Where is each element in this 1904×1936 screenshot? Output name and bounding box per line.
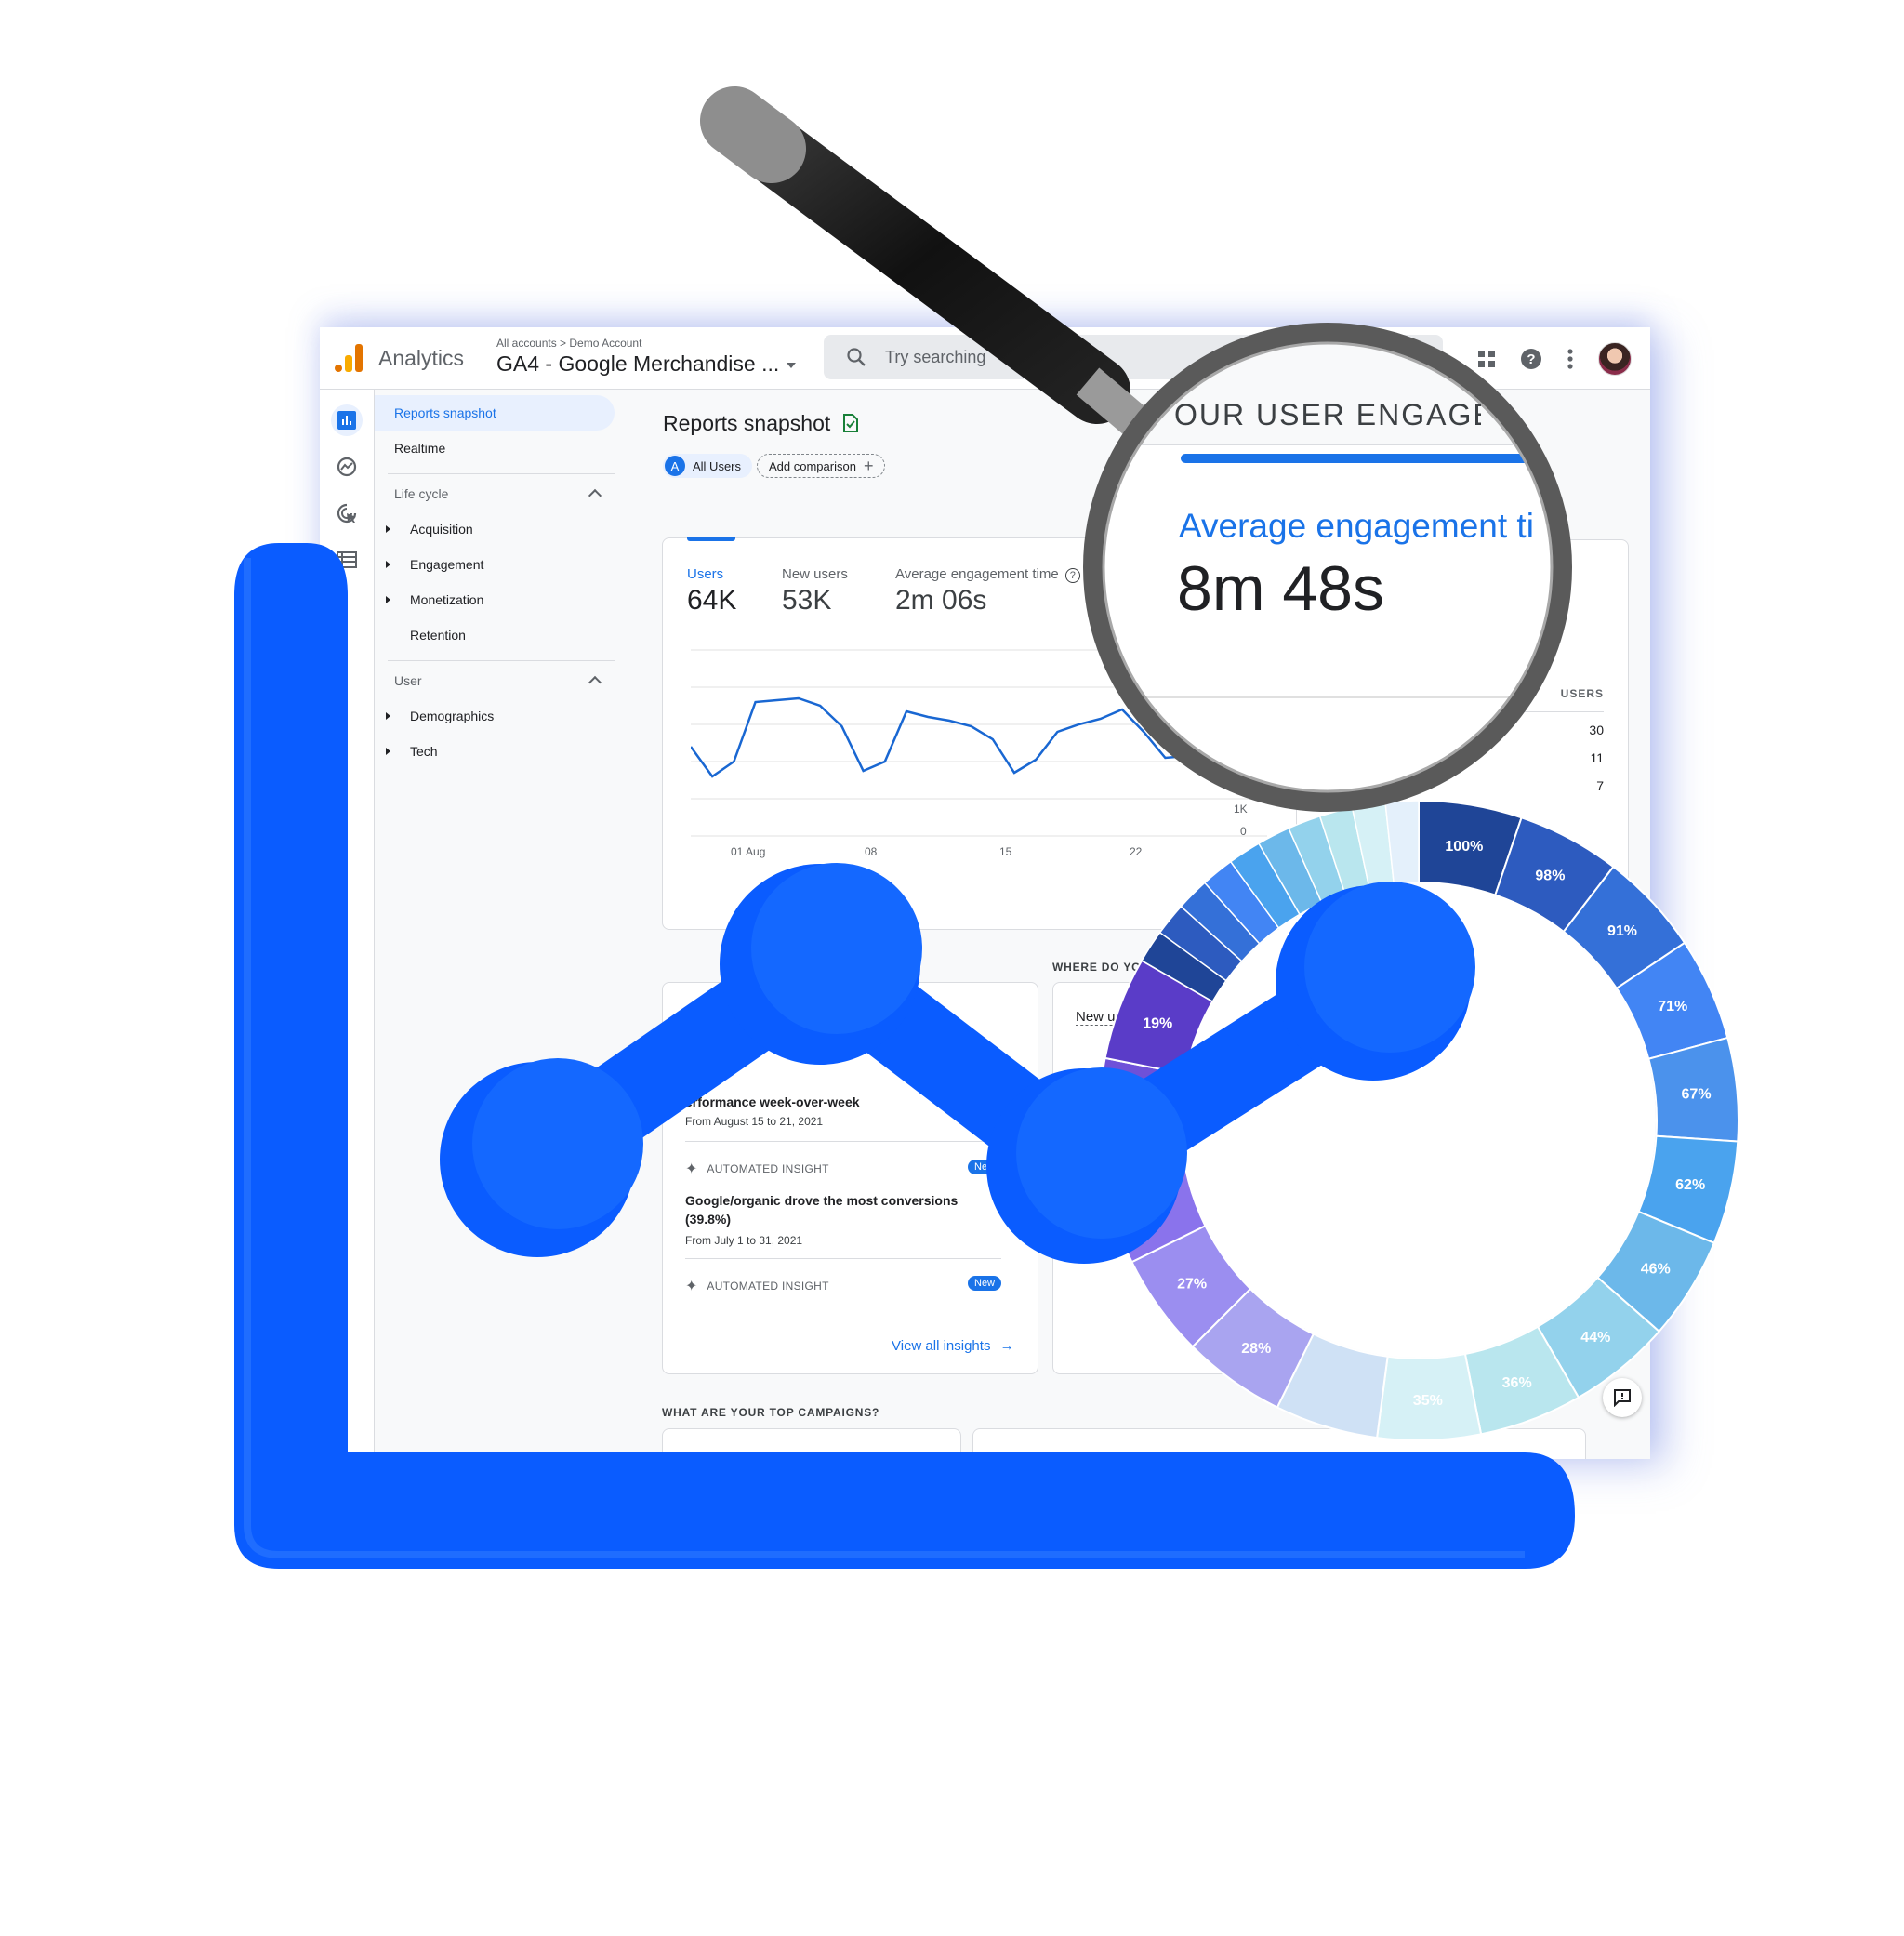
- magnifying-glass-graphic: [700, 86, 1572, 812]
- magnifier-handle: [700, 86, 1160, 446]
- magnified-metric-label: Average engagement ti: [1179, 507, 1534, 545]
- magnified-metric-value: 8m 48s: [1177, 553, 1384, 624]
- magnified-section-heading: OUR USER ENGAGEME: [1174, 398, 1481, 431]
